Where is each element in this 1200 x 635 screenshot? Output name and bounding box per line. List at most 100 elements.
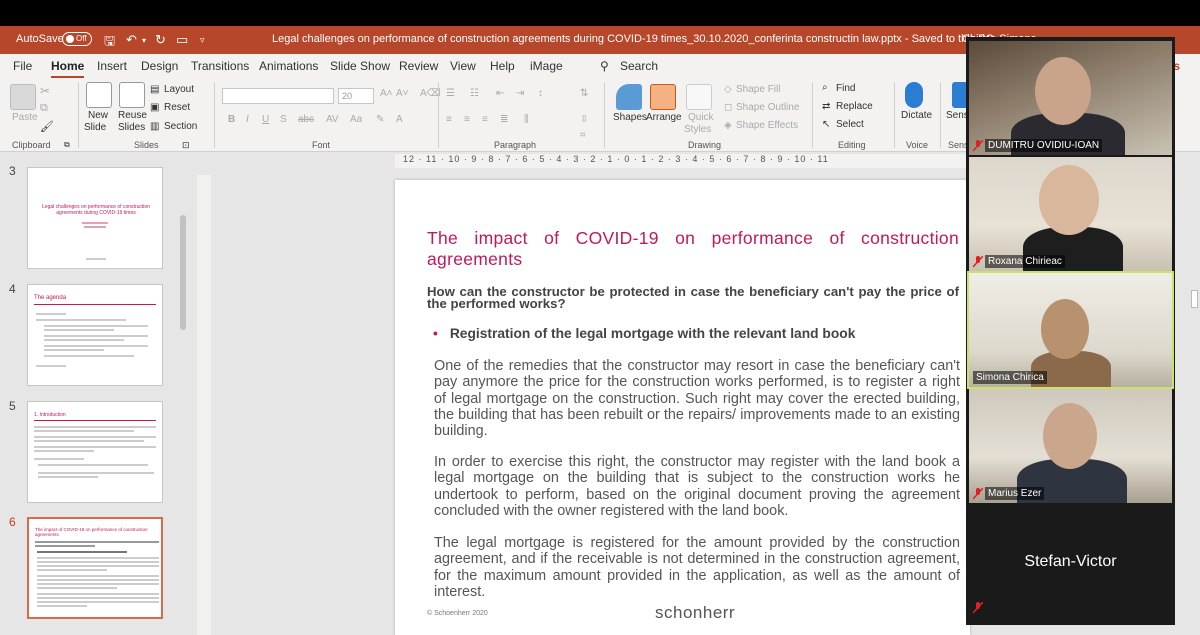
line-spacing-icon[interactable]: ↕ [538, 88, 543, 99]
copy-icon[interactable]: ⧉ [40, 102, 48, 115]
microphone-icon[interactable] [905, 82, 923, 108]
slide-title-line2[interactable]: agreements [427, 249, 522, 270]
customize-qat-icon[interactable]: ▿ [200, 35, 205, 46]
new-slide-icon[interactable] [86, 82, 112, 108]
tab-insert[interactable]: Insert [97, 59, 127, 73]
quick-styles-button[interactable]: Quick [688, 112, 714, 123]
grow-font-icon[interactable]: A˄ [380, 88, 393, 99]
columns-icon[interactable]: ⫼ [524, 114, 529, 125]
autosave-toggle[interactable]: Off [62, 32, 92, 46]
shape-outline-icon[interactable]: ◻ [724, 102, 732, 113]
undo-icon[interactable]: ↶ [126, 32, 137, 48]
tab-animations[interactable]: Animations [259, 59, 318, 73]
quick-styles-button-line2[interactable]: Styles [684, 124, 711, 135]
font-name-box[interactable] [222, 88, 334, 104]
collapse-ribbon-icon[interactable]: ⊡ [182, 140, 190, 151]
increase-indent-icon[interactable]: ⇥ [516, 88, 524, 99]
numbering-icon[interactable]: ☷ [470, 88, 479, 99]
align-text-icon[interactable]: ⇳ [580, 114, 588, 125]
tab-transitions[interactable]: Transitions [191, 59, 249, 73]
font-color-icon[interactable]: A [396, 114, 403, 125]
dictate-button[interactable]: Dictate [901, 110, 932, 121]
layout-button[interactable]: Layout [164, 84, 194, 95]
slide-scrollbar[interactable] [1188, 152, 1200, 635]
replace-icon[interactable]: ⇄ [822, 101, 830, 112]
slide-title[interactable]: The impact of COVID-19 on performance of… [427, 228, 959, 248]
slide-canvas[interactable]: The impact of COVID-19 on performance of… [395, 180, 970, 635]
arrange-button[interactable]: Arrange [646, 112, 682, 123]
slide-paragraph-1[interactable]: One of the remedies that the constructor… [434, 358, 960, 439]
tab-image[interactable]: iMage [530, 59, 563, 73]
text-direction-icon[interactable]: ⇅ [580, 88, 588, 99]
tab-slide-show[interactable]: Slide Show [330, 59, 390, 73]
shape-outline-button[interactable]: Shape Outline [736, 102, 799, 113]
char-spacing-icon[interactable]: AV [326, 114, 339, 125]
thumbnail-scrollbar[interactable] [178, 160, 188, 635]
bold-button[interactable]: B [228, 114, 235, 125]
save-icon[interactable]: 🖫 [104, 32, 115, 54]
tab-design[interactable]: Design [141, 59, 178, 73]
highlight-icon[interactable]: ✎ [376, 114, 384, 125]
cut-icon[interactable]: ✂ [40, 84, 50, 98]
participant-tile[interactable]: Marius Ezer [969, 389, 1172, 503]
participant-tile-no-video[interactable]: Stefan-Victor [969, 505, 1172, 619]
slide-paragraph-3[interactable]: The legal mortgage is registered for the… [434, 535, 960, 600]
new-slide-button[interactable]: New [88, 110, 108, 121]
select-icon[interactable]: ↖ [822, 119, 830, 130]
change-case-icon[interactable]: Aa [350, 114, 362, 125]
tab-view[interactable]: View [450, 59, 476, 73]
tab-file[interactable]: File [13, 59, 32, 73]
align-right-icon[interactable]: ≡ [482, 114, 488, 125]
slide-thumbnail-3[interactable]: Legal challenges on performance of const… [27, 167, 163, 269]
participant-tile[interactable]: DUMITRU OVIDIU-IOAN [969, 41, 1172, 155]
reset-button[interactable]: Reset [164, 102, 190, 113]
replace-button[interactable]: Replace [836, 101, 873, 112]
tab-help[interactable]: Help [490, 59, 515, 73]
justify-icon[interactable]: ≣ [500, 114, 508, 125]
shapes-icon[interactable] [616, 84, 642, 110]
participant-tile[interactable]: Roxana Chirieac [969, 157, 1172, 271]
underline-button[interactable]: U [262, 114, 269, 125]
redo-icon[interactable]: ↻ [155, 32, 166, 48]
new-slide-button-line2[interactable]: Slide [84, 122, 106, 133]
search-icon[interactable]: ⚲ [600, 59, 609, 73]
layout-icon[interactable]: ▤ [150, 84, 159, 95]
undo-dropdown-icon[interactable]: ▾ [142, 36, 146, 45]
reuse-slides-button-line2[interactable]: Slides [118, 122, 145, 133]
quick-styles-icon[interactable] [686, 84, 712, 110]
slide-thumbnail-4[interactable]: The agenda [27, 284, 163, 386]
strikethrough-button[interactable]: abc [298, 114, 314, 125]
format-painter-icon[interactable]: 🖌 [40, 120, 54, 133]
present-icon[interactable]: ▭ [176, 32, 188, 48]
slide-paragraph-2[interactable]: In order to exercise this right, the con… [434, 454, 960, 519]
smartart-icon[interactable]: ⌗ [580, 130, 586, 141]
shape-fill-button[interactable]: Shape Fill [736, 84, 780, 95]
participant-tile-active-speaker[interactable]: Simona Chirica [967, 271, 1174, 389]
tab-home[interactable]: Home [51, 59, 85, 78]
find-icon[interactable]: ⌕ [822, 82, 828, 93]
slide-question[interactable]: How can the constructor be protected in … [427, 285, 959, 310]
search-box[interactable]: Search [620, 59, 658, 73]
section-icon[interactable]: ▥ [150, 121, 159, 132]
clipboard-launcher-icon[interactable]: ⧉ [64, 140, 70, 150]
reuse-slides-button[interactable]: Reuse [118, 110, 147, 121]
paste-icon[interactable] [10, 84, 36, 110]
slide-thumbnail-6[interactable]: The impact of COVID-19 on performance of… [27, 517, 163, 619]
shadow-button[interactable]: S [280, 114, 287, 125]
shrink-font-icon[interactable]: A˅ [396, 88, 409, 99]
find-button[interactable]: Find [836, 83, 855, 94]
paste-button[interactable]: Paste [12, 112, 38, 123]
tab-review[interactable]: Review [399, 59, 438, 73]
bullets-icon[interactable]: ☰ [446, 88, 455, 99]
align-center-icon[interactable]: ≡ [464, 114, 470, 125]
slide-bullet[interactable]: • Registration of the legal mortgage with… [433, 326, 855, 341]
section-button[interactable]: Section [164, 121, 197, 132]
align-left-icon[interactable]: ≡ [446, 114, 452, 125]
select-button[interactable]: Select [836, 119, 864, 130]
slide-thumbnail-5[interactable]: 1. Introduction [27, 401, 163, 503]
shape-effects-button[interactable]: Shape Effects [736, 120, 798, 131]
shape-fill-icon[interactable]: ◇ [724, 84, 732, 95]
italic-button[interactable]: I [246, 114, 249, 125]
reuse-slides-icon[interactable] [119, 82, 145, 108]
arrange-icon[interactable] [650, 84, 676, 110]
